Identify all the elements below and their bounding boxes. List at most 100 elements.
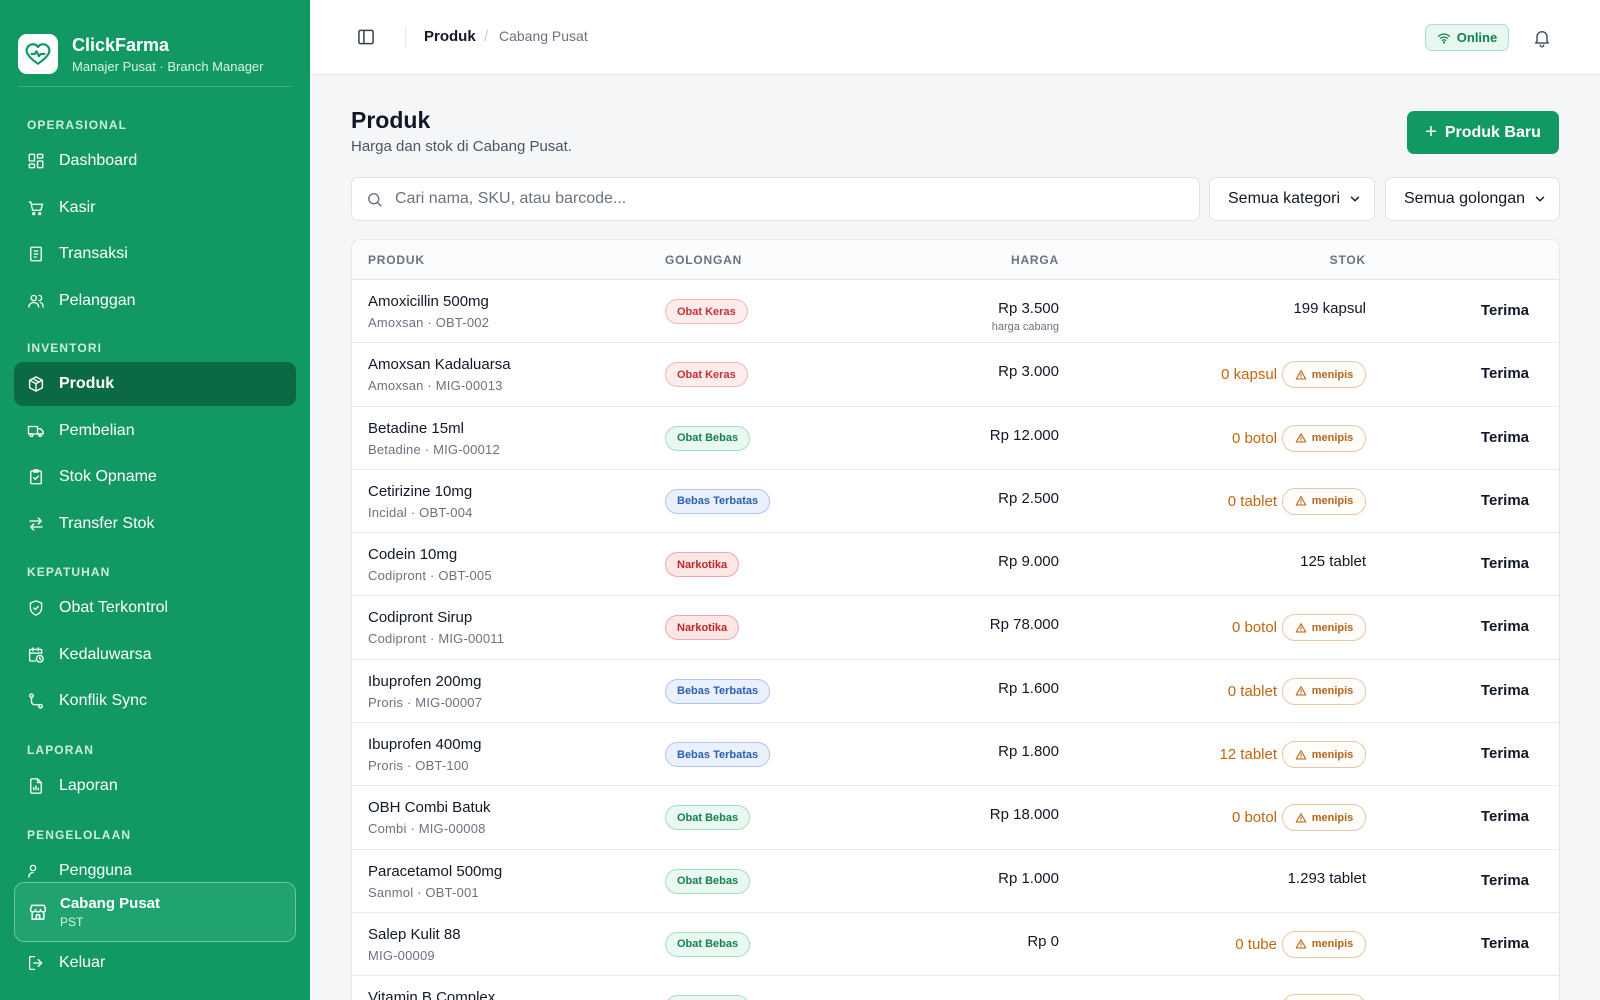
calendar-clock-icon (28, 647, 44, 663)
stock-value: 0 kapsul (1221, 366, 1277, 384)
receive-button[interactable]: Terima (1481, 872, 1529, 889)
table-row[interactable]: Paracetamol 500mg Sanmol · OBT-001 Obat Be… (352, 850, 1559, 913)
product-name: OBH Combi Batuk (368, 799, 491, 817)
receive-button[interactable]: Terima (1481, 555, 1529, 572)
product-name: Cetirizine 10mg (368, 482, 473, 500)
low-stock-label: menipis (1311, 685, 1354, 698)
receive-button[interactable]: Terima (1481, 808, 1529, 825)
table-row[interactable]: Cetirizine 10mg Incidal · OBT-004 Bebas Te… (352, 470, 1559, 534)
table-row[interactable]: Vitamin B Complex Obat Bebas (352, 976, 1559, 1000)
breadcrumb-separator: / (484, 28, 489, 45)
stock-value: 1.293 tablet (1287, 869, 1366, 887)
logout-icon (28, 955, 43, 971)
class-select[interactable]: Semua golongan (1385, 177, 1560, 221)
product-meta: Sanmol · OBT-001 (368, 884, 479, 900)
arrows-exchange-icon (29, 517, 43, 531)
user-role: Manajer Pusat · Branch Manager (72, 58, 264, 74)
table-row[interactable]: Amoxsan Kadaluarsa Amoxsan · MIG-00013 Oba… (352, 343, 1559, 407)
wifi-icon (1437, 32, 1450, 43)
sidebar-item-produk[interactable]: Produk (14, 362, 296, 406)
receive-button[interactable]: Terima (1481, 302, 1529, 319)
stock-value: 0 tablet (1227, 682, 1277, 700)
breadcrumb-current[interactable]: Produk (424, 28, 476, 45)
sidebar-item-stok-opname[interactable]: Stok Opname (14, 455, 296, 499)
product-price: Rp 78.000 (989, 616, 1059, 634)
low-stock-badge: menipis (1282, 361, 1366, 389)
cart-icon (28, 201, 44, 216)
section-inventori: INVENTORI (27, 341, 103, 355)
sidebar-item-transaksi[interactable]: Transaksi (14, 232, 296, 276)
breadcrumb-branch: Cabang Pusat (499, 28, 588, 44)
brand[interactable]: ClickFarma Manajer Pusat · Branch Manage… (0, 0, 310, 86)
receive-button[interactable]: Terima (1481, 492, 1529, 509)
table-row[interactable]: Salep Kulit 88 MIG-00009 Obat Bebas Rp 0 0 t… (352, 913, 1559, 977)
sidebar-item-kedaluwarsa[interactable]: Kedaluwarsa (14, 633, 296, 677)
table-header: PRODUK GOLONGAN HARGA STOK (352, 240, 1559, 280)
stock-value: 0 tablet (1227, 492, 1277, 510)
table-row[interactable]: Codipront Sirup Codipront · MIG-00011 Nark… (352, 596, 1559, 660)
receive-button[interactable]: Terima (1481, 365, 1529, 382)
table-row[interactable]: Betadine 15ml Betadine · MIG-00012 Obat Be… (352, 407, 1559, 470)
product-price: Rp 0 (1027, 932, 1059, 950)
new-product-button[interactable]: + Produk Baru (1407, 111, 1559, 154)
sidebar-item-dashboard[interactable]: Dashboard (14, 139, 296, 183)
sidebar-toggle-icon[interactable] (356, 27, 376, 47)
table-row[interactable]: Ibuprofen 400mg Proris · OBT-100 Bebas Ter… (352, 723, 1559, 787)
category-select[interactable]: Semua kategori (1209, 177, 1375, 221)
sidebar-item-obat-terkontrol[interactable]: Obat Terkontrol (14, 586, 296, 630)
sidebar-item-pelanggan[interactable]: Pelanggan (14, 279, 296, 323)
low-stock-badge: menipis (1282, 930, 1366, 958)
branch-switcher[interactable]: Cabang Pusat PST (14, 882, 296, 942)
receive-button[interactable]: Terima (1481, 618, 1529, 635)
product-table: PRODUK GOLONGAN HARGA STOK Amoxicillin 5… (351, 239, 1560, 1000)
receive-button[interactable]: Terima (1481, 935, 1529, 952)
product-price: Rp 18.000 (989, 806, 1059, 824)
class-badge: Narkotika (665, 552, 740, 578)
product-name: Codein 10mg (368, 546, 458, 564)
table-row[interactable]: Ibuprofen 200mg Proris · MIG-00007 Bebas T… (352, 660, 1559, 724)
bell-icon[interactable] (1532, 28, 1552, 48)
stock-value: 125 tablet (1300, 553, 1366, 571)
stock-value: 199 kapsul (1293, 300, 1366, 317)
product-name: Betadine 15ml (368, 419, 464, 437)
product-meta: Betadine · MIG-00012 (368, 441, 500, 457)
user-key-icon (28, 864, 37, 878)
alert-triangle-icon (1295, 433, 1307, 443)
search-field[interactable] (351, 177, 1200, 221)
new-product-label: Produk Baru (1444, 123, 1541, 141)
sidebar-item-label: Konflik Sync (59, 692, 148, 709)
table-row[interactable]: OBH Combi Batuk Combi · MIG-00008 Obat Beb… (352, 786, 1559, 850)
receive-button[interactable]: Terima (1481, 682, 1529, 699)
sidebar-item-label: Kedaluwarsa (59, 646, 152, 663)
truck-icon (27, 425, 44, 438)
sidebar-item-konflik-sync[interactable]: Konflik Sync (14, 679, 296, 723)
sidebar-item-label: Transfer Stok (59, 515, 155, 532)
table-body: Amoxicillin 500mg Amoxsan · OBT-002 Obat K… (352, 280, 1559, 1000)
column-header-harga: HARGA (1011, 253, 1059, 267)
stock-value: 0 botol (1231, 809, 1277, 827)
receive-button[interactable]: Terima (1481, 745, 1529, 762)
class-badge: Narkotika (665, 615, 740, 641)
section-pengelolaan: PENGELOLAAN (27, 828, 132, 842)
sidebar-item-kasir[interactable]: Kasir (14, 186, 296, 230)
class-badge: Obat Keras (665, 362, 748, 388)
low-stock-label: menipis (1311, 432, 1354, 445)
low-stock-label: menipis (1311, 811, 1354, 824)
sidebar-item-label: Produk (59, 375, 115, 392)
receive-button[interactable]: Terima (1481, 429, 1529, 446)
sidebar-item-transfer-stok[interactable]: Transfer Stok (14, 502, 296, 546)
sidebar-item-laporan[interactable]: Laporan (14, 764, 296, 808)
logout-button[interactable]: Keluar (27, 954, 105, 972)
status-badge: Online (1425, 24, 1509, 51)
table-row[interactable]: Codein 10mg Codipront · OBT-005 Narkotika R… (352, 533, 1559, 597)
search-input[interactable] (395, 190, 1175, 208)
low-stock-label: menipis (1311, 748, 1354, 761)
column-header-stok: STOK (1329, 253, 1366, 267)
table-row[interactable]: Amoxicillin 500mg Amoxsan · OBT-002 Obat K… (352, 280, 1559, 344)
sidebar-item-label: Pembelian (59, 422, 135, 439)
sidebar-item-pembelian[interactable]: Pembelian (14, 409, 296, 453)
column-header-produk: PRODUK (368, 253, 425, 267)
product-name: Amoxsan Kadaluarsa (368, 356, 511, 374)
product-meta: Codipront · MIG-00011 (368, 631, 505, 647)
alert-triangle-icon (1295, 623, 1307, 633)
